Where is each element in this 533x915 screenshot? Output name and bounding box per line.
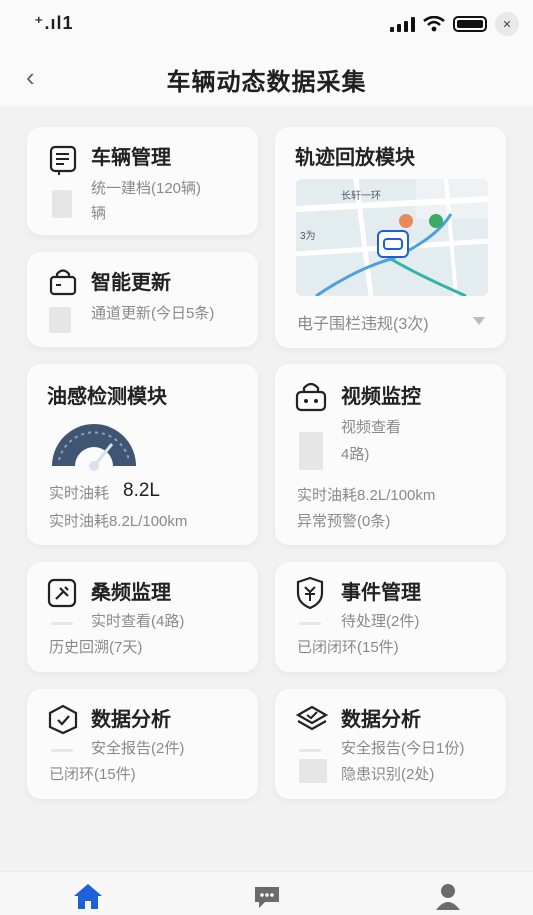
- layers-check-icon: [295, 705, 329, 731]
- fuel-label: 实时油耗: [49, 485, 110, 502]
- wifi-icon: [423, 16, 445, 32]
- faded-list-icon: [52, 190, 72, 218]
- card-event-management[interactable]: 事件管理 待处理(2件) 已闭闭环(15件): [275, 562, 506, 672]
- card-fuel-detection[interactable]: 油感检测模块 实时油耗 8.2L 实时油耗8.2L/100km: [27, 364, 258, 545]
- battery-icon: [453, 16, 487, 32]
- track-map[interactable]: 长轩一环 3为: [296, 179, 488, 296]
- fuel-gauge-icon: [52, 424, 136, 471]
- map-street-label: 长轩一环: [341, 191, 381, 202]
- card-smart-update[interactable]: 智能更新 通道更新(今日5条): [27, 252, 258, 347]
- faded-report-icon: [299, 759, 327, 783]
- card-title: 车辆管理: [91, 147, 171, 169]
- nav-header: ‹ 车辆动态数据采集: [0, 48, 533, 106]
- alert-count-text: 异常预警(0条): [297, 513, 391, 530]
- video-view-text: 视频查看: [341, 419, 402, 436]
- card-data-analysis-1[interactable]: 数据分析 安全报告(2件) 已闭环(15件): [27, 689, 258, 799]
- card-title: 事件管理: [341, 582, 421, 604]
- fuel-value: 8.2L: [123, 480, 160, 501]
- vehicle-count-text: 统一建档(120辆): [91, 180, 202, 197]
- card-title: 智能更新: [91, 272, 171, 294]
- card-vehicle-management[interactable]: 车辆管理 统一建档(120辆) 辆: [27, 127, 258, 235]
- home-icon[interactable]: [72, 882, 104, 910]
- card-title: 油感检测模块: [47, 386, 167, 408]
- history-text: 历史回溯(7天): [49, 639, 143, 656]
- bottom-tab-bar: [0, 871, 533, 915]
- closed-text: 已闭闭环(15件): [297, 639, 399, 656]
- card-title: 轨迹回放模块: [295, 147, 415, 169]
- faded-dash: [299, 749, 321, 752]
- status-left-indicator: ⁺.ıl1: [34, 13, 74, 33]
- close-icon[interactable]: ✕: [495, 12, 519, 36]
- card-track-playback[interactable]: 轨迹回放模块 长轩一环 3为 电子围栏违规(3次): [275, 127, 506, 348]
- faded-dash: [51, 622, 73, 625]
- status-bar: ⁺.ıl1 ✕: [0, 0, 533, 48]
- user-icon[interactable]: [434, 882, 462, 910]
- card-title: 视频监控: [341, 386, 421, 408]
- update-count-text: 通道更新(今日5条): [91, 305, 215, 322]
- map-area-label: 3为: [300, 231, 316, 242]
- video-rate-text: 实时油耗8.2L/100km: [297, 487, 436, 504]
- card-title: 桑频监理: [91, 582, 171, 604]
- daily-report-text: 安全报告(今日1份): [341, 740, 465, 757]
- hazard-text: 隐患识别(2处): [341, 766, 435, 783]
- geofence-violation-text: 电子围栏违规(3次): [297, 316, 429, 333]
- card-frequency-supervision[interactable]: 桑频监理 实时查看(4路) 历史回溯(7天): [27, 562, 258, 672]
- package-check-icon: [48, 704, 78, 735]
- safety-report-text: 安全报告(2件): [91, 740, 185, 757]
- page-title: 车辆动态数据采集: [166, 69, 367, 96]
- live-view-text: 实时查看(4路): [91, 613, 185, 630]
- camera-lock-icon: [295, 382, 327, 412]
- closed-loop-text: 已闭环(15件): [49, 766, 136, 783]
- card-title: 数据分析: [341, 709, 421, 731]
- cellular-signal-icon: [390, 16, 415, 32]
- faded-dash: [299, 622, 321, 625]
- card-title: 数据分析: [91, 709, 171, 731]
- lock-card-icon: [49, 269, 77, 296]
- video-channel-text: 4路): [341, 446, 370, 463]
- vehicle-unit-text: 辆: [91, 205, 107, 222]
- faded-shield-icon: [299, 432, 323, 470]
- chevron-down-icon[interactable]: [473, 317, 485, 325]
- faded-tag-icon: [49, 307, 71, 333]
- document-list-icon: [49, 145, 77, 175]
- faded-dash: [51, 749, 73, 752]
- pending-text: 待处理(2件): [341, 613, 420, 630]
- card-video-monitoring[interactable]: 视频监控 视频查看 4路) 实时油耗8.2L/100km 异常预警(0条): [275, 364, 506, 545]
- card-data-analysis-2[interactable]: 数据分析 安全报告(今日1份) 隐患识别(2处): [275, 689, 506, 799]
- chat-icon[interactable]: [253, 884, 281, 910]
- shield-yuan-icon: [296, 576, 324, 610]
- map-roads: [296, 179, 488, 296]
- tools-icon: [47, 578, 77, 608]
- fuel-rate-text: 实时油耗8.2L/100km: [49, 513, 188, 530]
